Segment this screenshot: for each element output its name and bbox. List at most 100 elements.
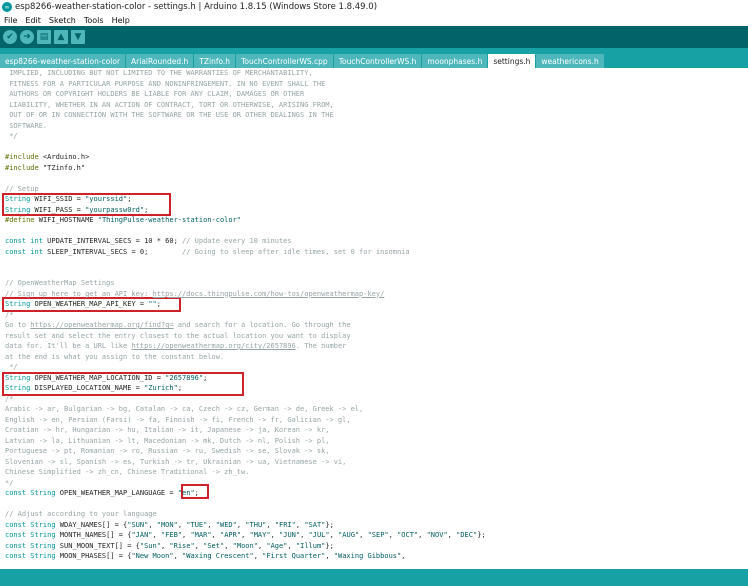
code-token: ; — [177, 384, 183, 392]
tab-touchcontrollerws-cpp[interactable]: TouchControllerWS.cpp — [236, 54, 333, 68]
code-token: English -> en, Persian (Farsi) -> fa, Fi… — [5, 415, 351, 424]
code-token: "ThingPulse-weather-station-color" — [97, 216, 242, 224]
code-token: Go to — [5, 321, 31, 329]
code-token: "AUG" — [338, 531, 360, 539]
tab-moonphases-h[interactable]: moonphases.h — [422, 54, 488, 68]
code-token: "Illum" — [295, 541, 326, 550]
code-token: "2657896" — [165, 373, 204, 382]
code-token: Portuguese -> pt, Romanian -> ro, Russia… — [5, 447, 330, 455]
code-token: , — [152, 531, 161, 539]
code-line: OUT OF OR IN CONNECTION WITH THE SOFTWAR… — [5, 110, 334, 120]
code-token: , — [224, 541, 233, 550]
menu-help[interactable]: Help — [108, 16, 134, 25]
code-token: DISPLAYED_LOCATION_NAME = — [30, 384, 145, 392]
menu-sketch[interactable]: Sketch — [45, 16, 80, 25]
code-line: AUTHORS OR COPYRIGHT HOLDERS BE LIABLE F… — [5, 89, 304, 99]
menu-edit[interactable]: Edit — [21, 16, 45, 25]
code-token: const String — [5, 552, 56, 560]
code-token: "SEP" — [367, 531, 389, 539]
code-line: Latvian -> la, Lithuanian -> lt, Macedon… — [5, 436, 330, 446]
code-token: "JAN" — [131, 531, 153, 539]
save-button[interactable]: ▼ — [71, 30, 85, 44]
code-line: IMPLIED, INCLUDING BUT NOT LIMITED TO TH… — [5, 68, 312, 78]
code-token: , — [177, 520, 187, 529]
code-token: }; — [325, 520, 334, 529]
code-token: , — [401, 552, 406, 560]
code-line: const String WDAY_NAMES[] = {"SUN", "MON… — [5, 520, 334, 530]
code-token: , — [148, 520, 157, 529]
open-button[interactable]: ▲ — [54, 30, 68, 44]
arrow-right-icon: ➜ — [23, 32, 31, 42]
code-token: "APR" — [219, 531, 242, 539]
code-token: "yourssid" — [85, 195, 128, 203]
title-bar: ∞ esp8266-weather-station-color - settin… — [0, 0, 748, 14]
code-token: , — [241, 531, 250, 539]
code-token: "JUL" — [308, 531, 330, 539]
code-token: FITNESS FOR A PARTICULAR PURPOSE AND NON… — [5, 79, 326, 88]
upload-button[interactable]: ➜ — [20, 30, 34, 44]
code-line: String WIFI_SSID = "yourssid"; — [5, 194, 131, 204]
code-token: "New Moon" — [131, 552, 174, 560]
code-line: // OpenWeatherMap Settings — [5, 278, 115, 288]
tab-arialrounded-h[interactable]: ArialRounded.h — [126, 54, 194, 68]
code-token: #include — [5, 153, 39, 161]
code-token: , — [388, 531, 398, 539]
code-token: "SUN" — [127, 520, 149, 529]
code-line: #include "TZinfo.h" — [5, 163, 85, 173]
code-line: */ — [5, 362, 17, 372]
code-line: LIABILITY, WHETHER IN AN ACTION OF CONTR… — [5, 100, 334, 110]
code-line: Go to https://openweathermap.org/find?q=… — [5, 320, 351, 330]
code-token: "FRI" — [274, 520, 296, 529]
code-token: result set and select the entry closest … — [5, 331, 351, 340]
toolbar: ✔ ➜ ▤ ▲ ▼ — [0, 26, 748, 48]
status-bar — [0, 569, 748, 586]
file-icon: ▤ — [39, 32, 49, 42]
code-token: "Moon" — [232, 541, 258, 550]
code-token: SUN_MOON_TEXT[] = { — [55, 541, 140, 550]
code-token: "WED" — [215, 520, 237, 529]
code-token: , — [211, 531, 220, 539]
tab-settings-h[interactable]: settings.h — [488, 54, 536, 68]
tab-weathericons-h[interactable]: weathericons.h — [536, 54, 604, 68]
new-button[interactable]: ▤ — [37, 30, 51, 44]
code-token: String — [5, 384, 31, 392]
code-line: String OPEN_WEATHER_MAP_API_KEY = ""; — [5, 299, 161, 309]
code-token: "DEC" — [456, 531, 478, 539]
code-token: // Update every 10 minutes — [182, 237, 292, 245]
code-line: Croatian -> hr, Hungarian -> hu, Italian… — [5, 425, 330, 435]
code-token: LIABILITY, WHETHER IN AN ACTION OF CONTR… — [5, 100, 334, 109]
menu-file[interactable]: File — [0, 16, 21, 25]
code-token: , — [325, 552, 334, 560]
code-token: // Setup — [5, 184, 39, 193]
code-token: and search for a location. Go through th… — [173, 321, 351, 329]
code-line: // Adjust according to your language — [5, 509, 157, 519]
tab-esp8266-weather-station-color[interactable]: esp8266-weather-station-color — [0, 54, 126, 68]
code-link[interactable]: https://openweathermap.org/city/2657896 — [131, 342, 295, 350]
code-token: "Sun" — [139, 541, 161, 550]
code-link[interactable]: https://docs.thingpulse.com/how-tos/open… — [153, 290, 385, 298]
tab-touchcontrollerws-h[interactable]: TouchControllerWS.h — [333, 54, 422, 68]
code-token: , — [359, 531, 368, 539]
code-editor[interactable]: IMPLIED, INCLUDING BUT NOT LIMITED TO TH… — [0, 68, 748, 569]
code-token: "Waxing Gibbous" — [333, 552, 402, 560]
tab-tzinfo-h[interactable]: TZinfo.h — [194, 54, 236, 68]
code-token: */ — [5, 478, 14, 487]
code-token: , — [287, 541, 296, 550]
code-token: ; — [194, 489, 199, 497]
code-line: Slovenian -> sl, Spanish -> es, Turkish … — [5, 457, 346, 467]
code-token: WIFI_PASS = — [30, 205, 86, 214]
code-line: data for. It'll be a URL like https://op… — [5, 341, 346, 351]
code-token: "JUN" — [279, 531, 301, 539]
code-token: Latvian -> la, Lithuanian -> lt, Macedon… — [5, 436, 330, 445]
code-token: Croatian -> hr, Hungarian -> hu, Italian… — [5, 426, 330, 434]
verify-button[interactable]: ✔ — [3, 30, 17, 44]
code-token: Slovenian -> sl, Spanish -> es, Turkish … — [5, 457, 347, 466]
code-token: WIFI_HOSTNAME — [34, 216, 98, 224]
code-line: /* — [5, 310, 13, 320]
arrow-up-icon: ▲ — [57, 32, 65, 42]
code-link[interactable]: https://openweathermap.org/find?q= — [30, 321, 173, 329]
code-line: English -> en, Persian (Farsi) -> fa, Fi… — [5, 415, 351, 425]
menu-tools[interactable]: Tools — [80, 16, 108, 25]
arduino-logo-icon: ∞ — [2, 2, 12, 12]
code-token: */ — [5, 132, 18, 140]
